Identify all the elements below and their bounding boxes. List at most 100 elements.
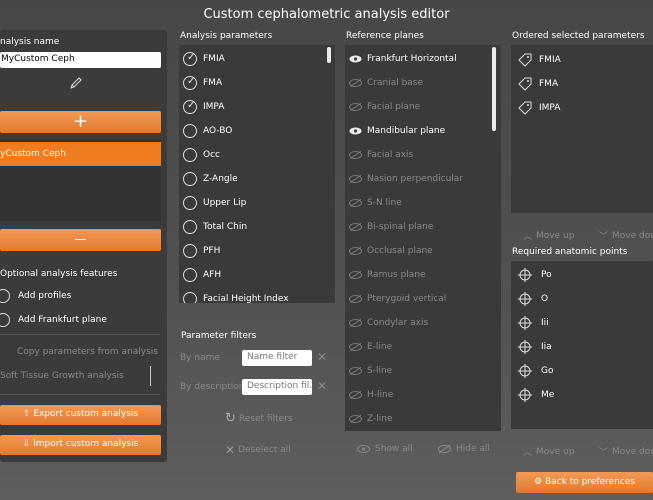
analysis-param-row[interactable]: ✓ FMIA (183, 48, 225, 70)
reference-plane-row[interactable]: Occlusal plane (349, 240, 433, 262)
clear-name-filter-icon[interactable]: ✕ (317, 350, 327, 364)
add-analysis-button[interactable]: + (0, 111, 161, 133)
eye-off-icon[interactable] (349, 319, 362, 327)
analysis-param-row[interactable]: Occ (183, 144, 220, 166)
eye-off-icon[interactable] (349, 367, 362, 375)
deselect-all-button[interactable]: ✕ Deselect all (225, 443, 291, 457)
reference-plane-row[interactable]: S-line (349, 360, 392, 382)
scrollbar[interactable] (492, 47, 496, 131)
eye-off-icon[interactable] (349, 343, 362, 351)
add-profiles-option[interactable]: Add profiles (0, 287, 71, 305)
checkbox-circle-icon[interactable] (0, 313, 10, 327)
eye-off-icon[interactable] (349, 295, 362, 303)
anatomic-point-row[interactable]: Go (517, 361, 553, 381)
analysis-param-row[interactable]: AO-BO (183, 120, 232, 142)
plane-label: Z-line (367, 414, 393, 424)
ordered-param-row[interactable]: IMPA (517, 98, 560, 118)
analysis-param-row[interactable]: PFH (183, 240, 220, 262)
eye-off-icon[interactable] (349, 199, 362, 207)
point-label: Me (541, 390, 555, 400)
analysis-name-input[interactable]: MyCustom Ceph (0, 52, 161, 68)
desc-filter-input[interactable]: Description fil... (242, 379, 312, 395)
param-label: Upper Lip (203, 198, 247, 208)
eye-off-icon[interactable] (349, 175, 362, 183)
analysis-param-row[interactable]: ✓ FMA (183, 72, 222, 94)
anatomic-point-row[interactable]: Iii (517, 313, 549, 333)
analysis-param-row[interactable]: Facial Height Index (183, 288, 289, 303)
deselect-icon: ✕ (225, 443, 236, 457)
import-button[interactable]: ⇩ Import custom analysis (0, 435, 161, 455)
crosshair-icon (517, 315, 533, 331)
move-down-button[interactable]: ﹀ Move dow (599, 229, 653, 243)
scrollbar[interactable] (327, 47, 331, 63)
points-move-down-button[interactable]: ﹀ Move dow (599, 445, 653, 459)
plane-label: Ramus plane (367, 270, 426, 280)
checkbox-circle-icon[interactable] (183, 292, 197, 303)
reference-plane-row[interactable]: E-line (349, 336, 392, 358)
eye-off-icon[interactable] (349, 151, 362, 159)
analysis-param-row[interactable]: Total Chin (183, 216, 247, 238)
eye-off-icon[interactable] (349, 415, 362, 423)
reference-plane-row[interactable]: Facial plane (349, 96, 420, 118)
checkbox-circle-icon[interactable] (183, 172, 197, 186)
move-up-button[interactable]: ︿ Move up (523, 229, 574, 243)
analysis-item[interactable]: yCustom Ceph (0, 142, 161, 166)
anatomic-point-row[interactable]: O (517, 289, 548, 309)
ordered-param-row[interactable]: FMA (517, 74, 558, 94)
add-frankfurt-option[interactable]: Add Frankfurt plane (0, 311, 107, 329)
analysis-param-row[interactable]: Upper Lip (183, 192, 246, 214)
eye-off-icon[interactable] (349, 247, 362, 255)
checkbox-circle-icon[interactable] (183, 268, 197, 282)
anatomic-point-row[interactable]: Po (517, 265, 552, 285)
hide-all-button[interactable]: Hide all (438, 444, 490, 454)
eye-off-icon[interactable] (349, 223, 362, 231)
reference-plane-row[interactable]: Frankfurt Horizontal (349, 48, 457, 70)
checkbox-circle-icon[interactable]: ✓ (183, 100, 197, 114)
reset-label: Reset filters (238, 413, 293, 424)
back-to-preferences-button[interactable]: ⚙ Back to preferences (516, 472, 653, 493)
reference-plane-row[interactable]: Bi-spinal plane (349, 216, 433, 238)
checkbox-circle-icon[interactable]: ✓ (183, 52, 197, 66)
checkbox-circle-icon[interactable] (183, 148, 197, 162)
plane-label: Frankfurt Horizontal (367, 54, 457, 64)
eye-off-icon[interactable] (349, 103, 362, 111)
eye-icon[interactable] (349, 55, 362, 63)
checkbox-circle-icon[interactable]: ✓ (183, 76, 197, 90)
reference-plane-row[interactable]: Nasion perpendicular (349, 168, 463, 190)
show-all-button[interactable]: Show all (357, 444, 413, 454)
reference-plane-row[interactable]: S-N line (349, 192, 402, 214)
ordered-param-row[interactable]: FMIA (517, 50, 561, 70)
checkbox-circle-icon[interactable] (183, 124, 197, 138)
remove-analysis-button[interactable]: — (0, 229, 161, 251)
clear-desc-filter-icon[interactable]: ✕ (317, 379, 327, 393)
points-move-up-button[interactable]: ︿ Move up (523, 445, 574, 459)
eye-off-icon[interactable] (349, 271, 362, 279)
eye-icon[interactable] (349, 127, 362, 135)
reference-plane-row[interactable]: Condylar axis (349, 312, 428, 334)
reference-plane-row[interactable]: Mandibular plane (349, 120, 445, 142)
reference-plane-row[interactable]: Cranial base (349, 72, 423, 94)
analysis-name-label: nalysis name (0, 37, 60, 47)
reference-plane-row[interactable]: Z-line (349, 408, 393, 430)
checkbox-circle-icon[interactable] (183, 196, 197, 210)
reset-filters-button[interactable]: ↻ Reset filters (225, 411, 293, 426)
reference-plane-row[interactable]: H-line (349, 384, 393, 406)
checkbox-circle-icon[interactable] (183, 220, 197, 234)
eye-off-icon[interactable] (349, 79, 362, 87)
anatomic-point-row[interactable]: Me (517, 385, 554, 405)
name-filter-input[interactable]: Name filter (242, 350, 312, 366)
analysis-param-row[interactable]: AFH (183, 264, 221, 286)
analysis-param-row[interactable]: ✓ IMPA (183, 96, 224, 118)
import-icon: ⇩ (22, 439, 31, 449)
checkbox-circle-icon[interactable] (0, 289, 10, 303)
analysis-param-row[interactable]: Z-Angle (183, 168, 238, 190)
reference-plane-row[interactable]: Facial axis (349, 144, 413, 166)
checkbox-circle-icon[interactable] (183, 244, 197, 258)
export-button[interactable]: ⇪ Export custom analysis (0, 405, 161, 425)
soft-tissue-select[interactable]: Soft Tissue Growth analysis (0, 371, 124, 381)
reference-plane-row[interactable]: Pterygoid vertical (349, 288, 446, 310)
reference-plane-row[interactable]: Ramus plane (349, 264, 426, 286)
eye-off-icon[interactable] (349, 391, 362, 399)
pencil-icon[interactable] (68, 75, 84, 94)
anatomic-point-row[interactable]: Iia (517, 337, 552, 357)
